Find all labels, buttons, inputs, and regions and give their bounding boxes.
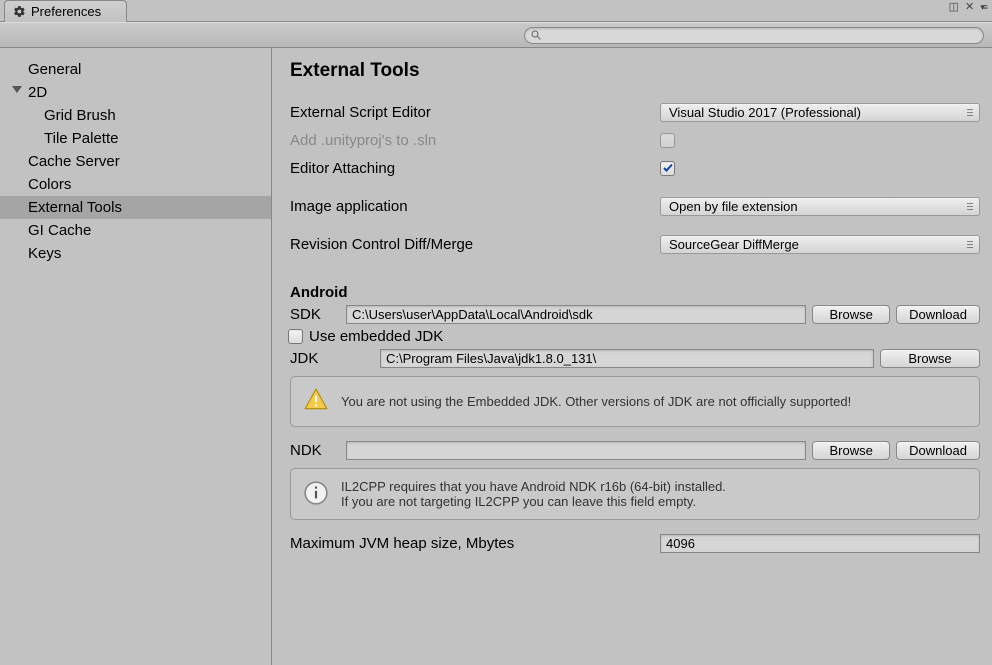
row-external-script-editor: External Script Editor Visual Studio 201… <box>290 100 980 124</box>
sidebar-item-label: GI Cache <box>28 222 91 239</box>
sidebar-item-2d[interactable]: 2D <box>0 81 271 104</box>
search-input[interactable] <box>524 27 984 44</box>
tab-title: Preferences <box>31 4 101 19</box>
row-sdk: SDK Browse Download <box>290 305 980 324</box>
info-icon <box>303 480 329 509</box>
checkbox-editor-attaching[interactable] <box>660 161 675 176</box>
body: General 2D Grid Brush Tile Palette Cache… <box>0 48 992 665</box>
sidebar-item-gi-cache[interactable]: GI Cache <box>0 219 271 242</box>
row-image-application: Image application Open by file extension <box>290 194 980 218</box>
sidebar-item-tile-palette[interactable]: Tile Palette <box>0 127 271 150</box>
dropdown-value: Visual Studio 2017 (Professional) <box>669 105 861 120</box>
chevron-down-icon[interactable] <box>12 86 22 93</box>
dropdown-value: SourceGear DiffMerge <box>669 237 799 252</box>
ndk-info-line2: If you are not targeting IL2CPP you can … <box>341 494 696 509</box>
row-ndk: NDK Browse Download <box>290 441 980 460</box>
jdk-warning-text: You are not using the Embedded JDK. Othe… <box>341 394 851 409</box>
sidebar-item-label: Keys <box>28 245 61 262</box>
input-heap[interactable] <box>660 534 980 553</box>
tab-preferences[interactable]: Preferences <box>4 0 127 22</box>
input-ndk-path[interactable] <box>346 441 806 460</box>
ndk-info-line1: IL2CPP requires that you have Android ND… <box>341 479 726 494</box>
label-sdk: SDK <box>290 306 340 323</box>
dock-icon[interactable]: ◫ <box>949 2 959 13</box>
check-icon <box>662 162 674 174</box>
sidebar-item-grid-brush[interactable]: Grid Brush <box>0 104 271 127</box>
label-add-unityproj: Add .unityproj's to .sln <box>290 132 660 149</box>
sidebar-item-label: Tile Palette <box>44 130 118 147</box>
dropdown-external-script-editor[interactable]: Visual Studio 2017 (Professional) <box>660 103 980 122</box>
dropdown-revision-control[interactable]: SourceGear DiffMerge <box>660 235 980 254</box>
sidebar-item-keys[interactable]: Keys <box>0 242 271 265</box>
search-icon <box>530 29 542 41</box>
row-jdk: JDK Browse <box>290 349 980 368</box>
sidebar-item-cache-server[interactable]: Cache Server <box>0 150 271 173</box>
section-title-android: Android <box>290 284 980 301</box>
label-heap: Maximum JVM heap size, Mbytes <box>290 535 660 552</box>
row-revision-control: Revision Control Diff/Merge SourceGear D… <box>290 232 980 256</box>
label-ndk: NDK <box>290 442 340 459</box>
label-embedded-jdk: Use embedded JDK <box>309 328 443 345</box>
sidebar: General 2D Grid Brush Tile Palette Cache… <box>0 48 272 665</box>
gear-icon <box>13 5 26 18</box>
input-jdk-path[interactable] <box>380 349 874 368</box>
sidebar-item-label: External Tools <box>28 199 122 216</box>
sidebar-item-label: General <box>28 61 81 78</box>
browse-sdk-button[interactable]: Browse <box>812 305 890 324</box>
label-jdk: JDK <box>290 350 374 367</box>
preferences-window: Preferences ◫ ✕ ▾≡ General 2D Grid Brush… <box>0 0 992 665</box>
checkbox-embedded-jdk[interactable] <box>288 329 303 344</box>
browse-jdk-button[interactable]: Browse <box>880 349 980 368</box>
row-embedded-jdk: Use embedded JDK <box>288 328 980 345</box>
content: External Tools External Script Editor Vi… <box>272 48 992 665</box>
warning-icon <box>303 387 329 416</box>
row-editor-attaching: Editor Attaching <box>290 156 980 180</box>
label-image-application: Image application <box>290 198 660 215</box>
close-icon[interactable]: ✕ <box>965 2 974 13</box>
download-ndk-button[interactable]: Download <box>896 441 980 460</box>
toolbar <box>0 22 992 48</box>
label-external-script-editor: External Script Editor <box>290 104 660 121</box>
input-sdk-path[interactable] <box>346 305 806 324</box>
titlebar: Preferences ◫ ✕ ▾≡ <box>0 0 992 22</box>
sidebar-item-colors[interactable]: Colors <box>0 173 271 196</box>
search-wrap <box>524 27 984 44</box>
jdk-warning-box: You are not using the Embedded JDK. Othe… <box>290 376 980 427</box>
sidebar-item-label: 2D <box>28 84 47 101</box>
page-title: External Tools <box>290 60 980 82</box>
sidebar-item-label: Colors <box>28 176 71 193</box>
row-add-unityproj: Add .unityproj's to .sln <box>290 128 980 152</box>
sidebar-item-general[interactable]: General <box>0 58 271 81</box>
ndk-info-text: IL2CPP requires that you have Android ND… <box>341 479 726 509</box>
sidebar-item-external-tools[interactable]: External Tools <box>0 196 271 219</box>
dropdown-image-application[interactable]: Open by file extension <box>660 197 980 216</box>
browse-ndk-button[interactable]: Browse <box>812 441 890 460</box>
ndk-info-box: IL2CPP requires that you have Android ND… <box>290 468 980 520</box>
menu-icon[interactable]: ▾≡ <box>980 3 986 12</box>
label-editor-attaching: Editor Attaching <box>290 160 660 177</box>
dropdown-value: Open by file extension <box>669 199 798 214</box>
checkbox-add-unityproj <box>660 133 675 148</box>
label-revision-control: Revision Control Diff/Merge <box>290 236 660 253</box>
download-sdk-button[interactable]: Download <box>896 305 980 324</box>
sidebar-item-label: Cache Server <box>28 153 120 170</box>
row-heap: Maximum JVM heap size, Mbytes <box>290 534 980 553</box>
sidebar-item-label: Grid Brush <box>44 107 116 124</box>
